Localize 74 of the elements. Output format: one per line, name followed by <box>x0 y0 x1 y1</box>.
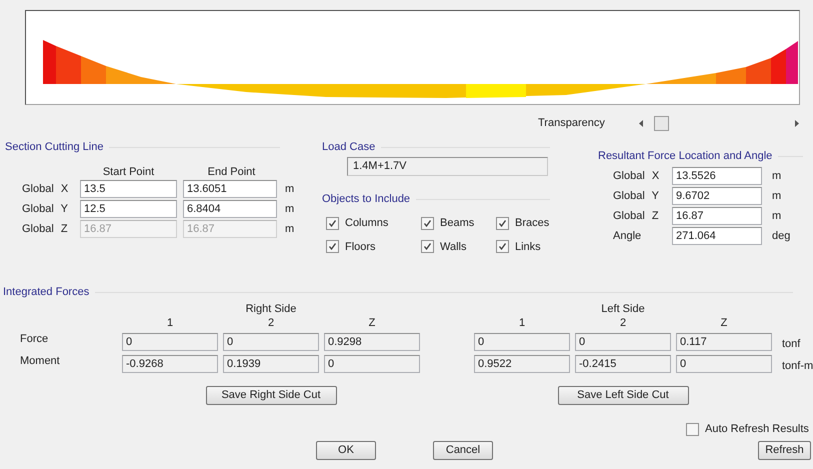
row-label: Angle <box>612 228 642 244</box>
group-title: Objects to Include <box>322 192 410 207</box>
unit-label: m <box>772 168 782 184</box>
unit-label: tonf-m <box>782 359 813 374</box>
unit-label: m <box>285 202 294 217</box>
column-header: 2 <box>618 316 628 329</box>
checkbox[interactable] <box>421 216 434 230</box>
side-title: Left Side <box>601 302 645 315</box>
column-header: Z <box>368 316 376 329</box>
input-field[interactable]: 0 <box>474 333 570 351</box>
checkbox-label: Walls <box>440 240 466 254</box>
input-field[interactable]: 0.9298 <box>324 333 420 351</box>
unit-label: tonf <box>782 337 800 352</box>
cancel-button[interactable]: Cancel <box>433 441 493 460</box>
input-field[interactable]: 0 <box>676 355 772 373</box>
checkbox[interactable] <box>496 240 509 254</box>
unit-label: m <box>285 222 294 237</box>
input-field[interactable]: 13.5 <box>80 180 177 198</box>
group-title: Section Cutting Line <box>5 140 104 155</box>
unit-label: deg <box>772 228 790 244</box>
checkbox-label: Floors <box>345 240 376 254</box>
row-label: Global Z <box>21 222 69 237</box>
transparency-label: Transparency <box>538 116 606 131</box>
input-field[interactable]: 9.6702 <box>672 187 762 205</box>
unit-label: m <box>772 188 782 204</box>
input-field[interactable]: 0.1939 <box>223 355 319 373</box>
input-field[interactable]: 13.5526 <box>672 167 762 185</box>
group-title: Integrated Forces <box>3 284 90 300</box>
column-header: Z <box>720 316 728 329</box>
input-field[interactable]: 0.9522 <box>474 355 570 373</box>
checkbox[interactable] <box>686 423 699 436</box>
column-header: Start Point <box>102 165 156 178</box>
unit-label: m <box>285 182 294 197</box>
row-label: Global Y <box>612 188 660 204</box>
unit-label: m <box>772 208 782 224</box>
input-field[interactable]: 271.064 <box>672 227 762 245</box>
row-label: Global Y <box>21 202 69 217</box>
input-field[interactable]: -0.2415 <box>575 355 671 373</box>
input-field[interactable]: 0 <box>122 333 218 351</box>
checkbox-label: Braces <box>515 216 550 231</box>
input-field[interactable]: 13.6051 <box>183 180 277 198</box>
checkbox[interactable] <box>326 216 339 230</box>
save-cut-button[interactable]: Save Right Side Cut <box>206 386 336 405</box>
checkbox-label: Links <box>515 240 541 254</box>
group-title: Load Case <box>322 140 376 155</box>
row-label: Moment <box>19 354 61 369</box>
checkbox[interactable] <box>326 240 339 254</box>
input-field[interactable]: 0 <box>575 333 671 351</box>
checkbox[interactable] <box>496 216 509 230</box>
save-cut-button[interactable]: Save Left Side Cut <box>558 386 688 405</box>
row-label: Global X <box>21 182 70 197</box>
row-label: Global X <box>612 168 660 184</box>
column-header: 2 <box>266 316 276 329</box>
side-title: Right Side <box>246 302 296 315</box>
ok-button[interactable]: OK <box>316 441 376 460</box>
checkbox-label: Beams <box>440 216 474 231</box>
input-field[interactable]: 6.8404 <box>183 200 277 218</box>
row-label: Force <box>19 332 50 347</box>
group-title: Resultant Force Location and Angle <box>598 148 772 164</box>
column-header: 1 <box>518 316 526 329</box>
input-field[interactable]: -0.9268 <box>122 355 218 373</box>
load-case-field[interactable]: 1.4M+1.7V <box>347 157 548 176</box>
column-header: End Point <box>206 165 256 178</box>
column-header: 1 <box>166 316 174 329</box>
input-field[interactable]: 0.117 <box>676 333 772 351</box>
input-field[interactable]: 0 <box>324 355 420 373</box>
checkbox[interactable] <box>421 240 434 254</box>
checkbox-label: Auto Refresh Results <box>705 422 809 438</box>
input-field[interactable]: 16.87 <box>672 207 762 225</box>
input-field[interactable]: 0 <box>223 333 319 351</box>
refresh-button[interactable]: Refresh <box>758 441 811 460</box>
checkbox-label: Columns <box>345 216 388 231</box>
row-label: Global Z <box>612 208 660 224</box>
input-field[interactable]: 12.5 <box>80 200 177 218</box>
